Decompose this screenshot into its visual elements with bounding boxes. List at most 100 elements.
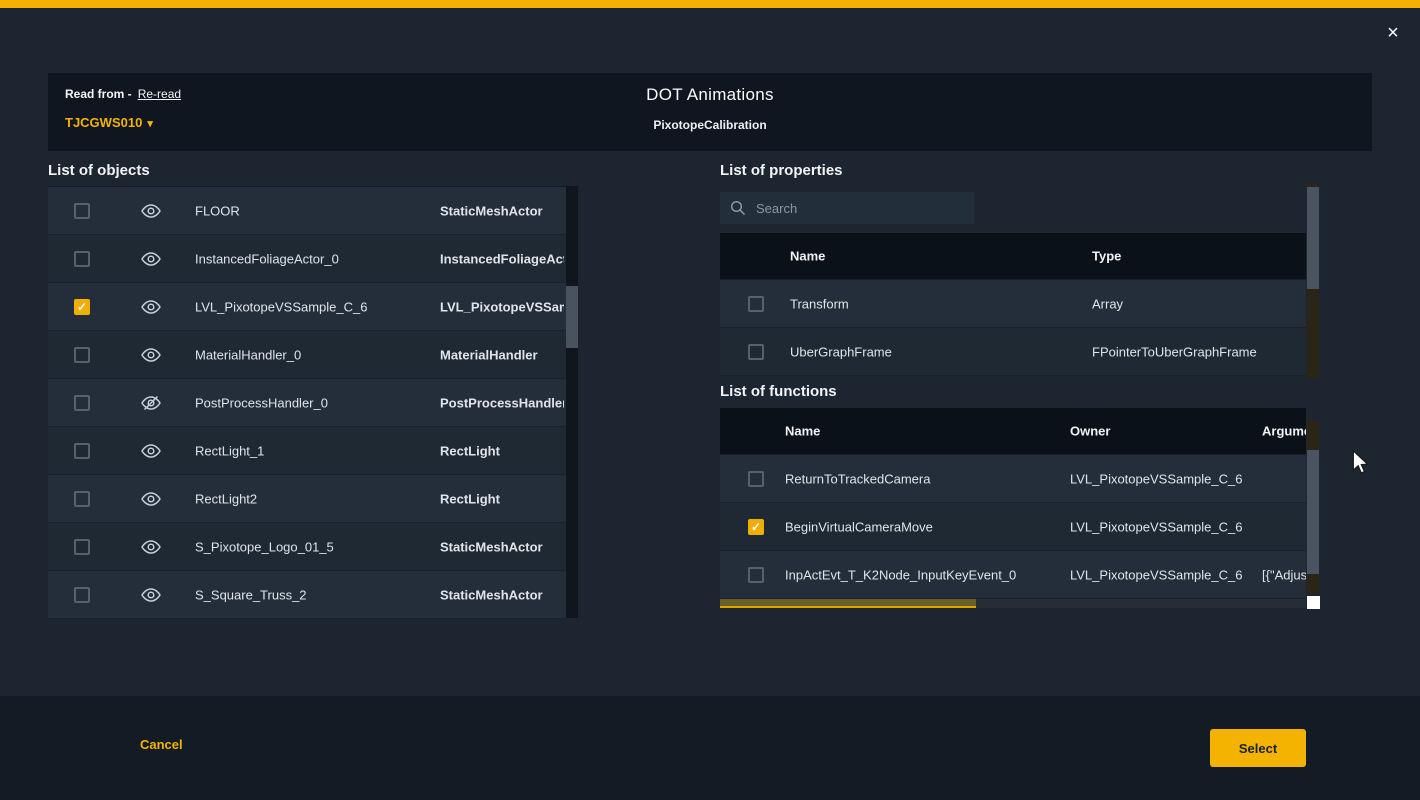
properties-table-header: Name Type <box>720 233 1306 280</box>
object-name: RectLight2 <box>195 491 257 506</box>
eye-icon[interactable] <box>141 252 161 266</box>
object-type: StaticMeshActor <box>440 539 564 554</box>
function-owner: LVL_PixotopeVSSample_C_6 <box>1070 567 1243 582</box>
dialog-subtitle: PixotopeCalibration <box>48 118 1372 132</box>
checkbox[interactable] <box>74 347 90 363</box>
object-type: RectLight <box>440 491 564 506</box>
object-row[interactable]: S_Square_Truss_2 StaticMeshActor <box>48 571 566 619</box>
function-name: ReturnToTrackedCamera <box>785 471 930 486</box>
object-row[interactable]: FLOOR StaticMeshActor <box>48 187 566 235</box>
function-arguments: [{"Adjus <box>1262 567 1306 582</box>
object-type: MaterialHandler <box>440 347 564 362</box>
property-row[interactable]: UberGraphFrame FPointerToUberGraphFrame <box>720 328 1306 376</box>
functions-scrollbar-thumb[interactable] <box>1307 450 1319 574</box>
object-name: LVL_PixotopeVSSample_C_6 <box>195 299 368 314</box>
object-name: InstancedFoliageActor_0 <box>195 251 339 266</box>
scrollbar-corner <box>1307 596 1320 609</box>
dialog-title: DOT Animations <box>48 85 1372 105</box>
checkbox[interactable] <box>748 567 764 583</box>
object-type: InstancedFoliageActor <box>440 251 564 266</box>
checkbox[interactable] <box>748 344 764 360</box>
dialog-footer: Cancel Select <box>0 696 1420 800</box>
mouse-cursor <box>1352 450 1370 481</box>
properties-search <box>720 192 974 224</box>
column-header-arguments: Arguments <box>1262 424 1306 439</box>
eye-icon[interactable] <box>141 444 161 458</box>
search-icon <box>730 200 746 216</box>
property-row[interactable]: Transform Array <box>720 280 1306 328</box>
checkbox[interactable] <box>748 471 764 487</box>
object-name: S_Pixotope_Logo_01_5 <box>195 539 334 554</box>
checkbox[interactable] <box>74 539 90 555</box>
column-header-owner: Owner <box>1070 424 1110 439</box>
properties-table: Name Type Transform Array UberGraphFrame… <box>720 233 1306 376</box>
property-type: Array <box>1092 296 1123 311</box>
object-row[interactable]: MaterialHandler_0 MaterialHandler <box>48 331 566 379</box>
checkbox[interactable] <box>74 299 90 315</box>
object-row[interactable]: S_Pixotope_Logo_01_5 StaticMeshActor <box>48 523 566 571</box>
checkbox[interactable] <box>74 395 90 411</box>
checkbox[interactable] <box>748 519 764 535</box>
checkbox[interactable] <box>74 491 90 507</box>
objects-heading: List of objects <box>48 162 150 179</box>
eye-icon[interactable] <box>141 348 161 362</box>
object-type: LVL_PixotopeVSSample_C <box>440 299 564 314</box>
column-header-type: Type <box>1092 249 1121 264</box>
functions-table-header: Name Owner Arguments <box>720 408 1306 455</box>
functions-heading: List of functions <box>720 383 837 400</box>
close-icon[interactable]: × <box>1380 20 1406 46</box>
eye-icon[interactable] <box>141 540 161 554</box>
object-type: RectLight <box>440 443 564 458</box>
eye-icon[interactable] <box>141 300 161 314</box>
top-accent-bar <box>0 0 1420 8</box>
properties-scrollbar[interactable] <box>1307 183 1319 379</box>
object-type: StaticMeshActor <box>440 587 564 602</box>
property-type: FPointerToUberGraphFrame <box>1092 344 1257 359</box>
object-name: FLOOR <box>195 203 240 218</box>
properties-heading: List of properties <box>720 162 843 179</box>
checkbox[interactable] <box>748 296 764 312</box>
select-button[interactable]: Select <box>1210 729 1306 767</box>
column-header-name: Name <box>785 424 820 439</box>
object-row[interactable]: InstancedFoliageActor_0 InstancedFoliage… <box>48 235 566 283</box>
object-name: RectLight_1 <box>195 443 264 458</box>
function-row[interactable]: BeginVirtualCameraMove LVL_PixotopeVSSam… <box>720 503 1306 551</box>
column-header-name: Name <box>790 249 825 264</box>
objects-scrollbar-thumb[interactable] <box>566 286 578 348</box>
object-type: StaticMeshActor <box>440 203 564 218</box>
object-row[interactable]: RectLight_1 RectLight <box>48 427 566 475</box>
dialog-header: Read from -Re-read TJCGWS010▾ DOT Animat… <box>48 73 1372 151</box>
checkbox[interactable] <box>74 203 90 219</box>
eye-icon[interactable] <box>141 204 161 218</box>
functions-scrollbar[interactable] <box>1307 420 1319 594</box>
object-row[interactable]: LVL_PixotopeVSSample_C_6 LVL_PixotopeVSS… <box>48 283 566 331</box>
object-name: PostProcessHandler_0 <box>195 395 328 410</box>
object-row[interactable]: PostProcessHandler_0 PostProcessHandler <box>48 379 566 427</box>
function-row[interactable]: ReturnToTrackedCamera LVL_PixotopeVSSamp… <box>720 455 1306 503</box>
function-owner: LVL_PixotopeVSSample_C_6 <box>1070 471 1243 486</box>
eye-icon[interactable] <box>141 492 161 506</box>
object-type: PostProcessHandler <box>440 395 564 410</box>
cancel-button[interactable]: Cancel <box>140 737 183 752</box>
function-name: InpActEvt_T_K2Node_InputKeyEvent_0 <box>785 567 1016 582</box>
function-owner: LVL_PixotopeVSSample_C_6 <box>1070 519 1243 534</box>
property-name: Transform <box>790 296 849 311</box>
checkbox[interactable] <box>74 443 90 459</box>
objects-scrollbar[interactable] <box>566 186 578 618</box>
eye-off-icon[interactable] <box>141 396 161 410</box>
object-row[interactable]: RectLight2 RectLight <box>48 475 566 523</box>
function-row[interactable]: InpActEvt_T_K2Node_InputKeyEvent_0 LVL_P… <box>720 551 1306 599</box>
properties-scrollbar-thumb[interactable] <box>1307 187 1319 289</box>
object-name: MaterialHandler_0 <box>195 347 301 362</box>
eye-icon[interactable] <box>141 588 161 602</box>
functions-horizontal-scrollbar-thumb[interactable] <box>720 599 976 608</box>
checkbox[interactable] <box>74 587 90 603</box>
function-name: BeginVirtualCameraMove <box>785 519 933 534</box>
functions-horizontal-scrollbar[interactable] <box>720 599 1306 608</box>
property-name: UberGraphFrame <box>790 344 892 359</box>
object-name: S_Square_Truss_2 <box>195 587 307 602</box>
functions-table: Name Owner Arguments ReturnToTrackedCame… <box>720 408 1306 599</box>
objects-table: FLOOR StaticMeshActor InstancedFoliageAc… <box>48 186 566 619</box>
checkbox[interactable] <box>74 251 90 267</box>
search-input[interactable] <box>720 192 974 224</box>
